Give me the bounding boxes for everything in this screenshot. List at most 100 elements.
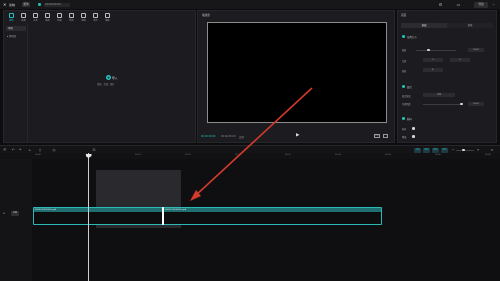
rotate-field[interactable]: 0° bbox=[423, 68, 443, 72]
position-toggle-icon[interactable] bbox=[402, 35, 405, 38]
playhead-line[interactable] bbox=[88, 153, 89, 281]
redo-icon[interactable]: ↷ bbox=[18, 148, 22, 152]
text-icon bbox=[33, 13, 38, 18]
track-lock-icon[interactable]: ⊟ bbox=[3, 212, 5, 215]
snap-button[interactable]: 吸附 bbox=[423, 147, 430, 153]
tool-adjust[interactable]: 调节 bbox=[90, 12, 101, 23]
blend-section-label: 混合 bbox=[407, 86, 412, 89]
transition-icon bbox=[69, 13, 74, 18]
position-y-field[interactable]: 0 bbox=[450, 58, 470, 62]
tool-sticker[interactable]: 贴纸 bbox=[42, 12, 53, 23]
top-bar: ✕ 剪映 菜单 0000000000 ⚙ ▭ 导出 – bbox=[0, 0, 500, 9]
tick-label: 00:15 bbox=[185, 153, 191, 156]
tool-media[interactable]: 媒体 bbox=[6, 12, 17, 23]
fullscreen-icon[interactable] bbox=[383, 134, 388, 138]
tick-label: 00:25 bbox=[285, 153, 291, 156]
tool-text[interactable]: 文本 bbox=[30, 12, 41, 23]
menu-button[interactable]: 菜单 bbox=[22, 2, 30, 7]
denoise-row-label: 降噪 bbox=[402, 136, 407, 139]
app-brand: 剪映 bbox=[9, 2, 16, 7]
tick-label: 00:30 bbox=[335, 153, 341, 156]
stabilize-toggle-icon[interactable] bbox=[402, 117, 405, 120]
sidebar-item-local[interactable]: 本地 bbox=[6, 26, 26, 31]
player-title: 播放器 bbox=[202, 14, 210, 17]
tick-label: 00:45 bbox=[485, 153, 491, 156]
opacity-slider-knob[interactable] bbox=[460, 102, 463, 106]
zoom-in-icon[interactable]: + bbox=[476, 148, 480, 152]
scale-label: 缩放 bbox=[402, 49, 407, 52]
scale-field[interactable]: 100% bbox=[468, 47, 484, 52]
freeze-icon[interactable]: ◎ bbox=[52, 148, 56, 152]
tool-template[interactable]: 模板 bbox=[102, 12, 113, 23]
tab-cutout[interactable]: 抠像 bbox=[447, 23, 493, 28]
stabilize-slider-knob[interactable] bbox=[412, 127, 415, 130]
window-controls-icon[interactable]: – bbox=[491, 2, 496, 7]
import-hint: 视频、音频、图片 bbox=[97, 83, 115, 86]
audio-icon bbox=[21, 13, 26, 18]
clip-label-right: 00000 0000000.mp4 bbox=[165, 208, 187, 211]
video-clip[interactable]: 00000 0000000.mp4 00000 0000000.mp4 bbox=[33, 207, 382, 225]
tick-label: 00:35 bbox=[385, 153, 391, 156]
scale-slider-knob[interactable] bbox=[427, 48, 430, 52]
zoom-out-icon[interactable]: − bbox=[451, 148, 455, 152]
import-label[interactable]: 导入 bbox=[112, 76, 118, 80]
blend-mode-label: 混合模式 bbox=[402, 95, 411, 98]
delete-icon[interactable]: ▯ bbox=[38, 148, 42, 152]
tick-label: 00:10 bbox=[135, 153, 141, 156]
export-button[interactable]: 导出 bbox=[474, 1, 488, 8]
stabilize-section-label: 防抖 bbox=[407, 118, 412, 121]
link-button[interactable]: 联动 bbox=[432, 147, 439, 153]
select-icon[interactable]: ⇱ bbox=[3, 148, 7, 152]
split-cursor[interactable] bbox=[162, 207, 164, 225]
position-x-field[interactable]: 0 bbox=[423, 58, 443, 62]
blend-toggle-icon[interactable] bbox=[402, 85, 405, 88]
app-logo: ✕ bbox=[3, 2, 7, 7]
tool-transition[interactable]: 转场 bbox=[66, 12, 77, 23]
effects-icon bbox=[57, 13, 62, 18]
position-label: 位置 bbox=[402, 60, 407, 63]
zoom-slider-knob[interactable] bbox=[462, 148, 465, 152]
zoom-slider[interactable] bbox=[456, 149, 474, 151]
clip-label-left: 00000 0000000.mp4 bbox=[35, 208, 57, 211]
status-dot bbox=[38, 3, 41, 6]
sticker-icon bbox=[45, 13, 50, 18]
template-icon bbox=[105, 13, 110, 18]
import-plus-icon[interactable]: + bbox=[106, 75, 111, 80]
shortcut-icon[interactable]: ⚙ bbox=[438, 2, 443, 7]
denoise-slider-knob[interactable] bbox=[412, 135, 415, 138]
opacity-field[interactable]: 100% bbox=[468, 101, 484, 106]
player-panel: 播放器 00:00:00:00 00:00:05:00 比例 ▶ 比例 bbox=[197, 10, 395, 143]
tool-effects[interactable]: 特效 bbox=[54, 12, 65, 23]
rotate-label: 旋转 bbox=[402, 70, 407, 73]
fit-icon[interactable]: ⇔ bbox=[490, 148, 494, 152]
scale-slider[interactable] bbox=[416, 49, 456, 51]
blend-mode-select[interactable]: 正常 bbox=[423, 93, 455, 97]
undo-icon[interactable]: ↶ bbox=[11, 148, 15, 152]
clip-header bbox=[34, 208, 381, 212]
player-mode[interactable]: 比例 bbox=[239, 135, 244, 139]
total-time: 00:00:05:00 bbox=[221, 135, 236, 138]
position-section-label: 位置大小 bbox=[407, 36, 417, 39]
opacity-slider[interactable] bbox=[423, 103, 461, 105]
preview-axis-button[interactable]: 预览 bbox=[441, 147, 448, 153]
media-sidebar: 本地 ▸ 素材库 bbox=[4, 24, 28, 143]
project-title[interactable]: 0000000000 bbox=[44, 2, 70, 7]
split-icon[interactable]: ⊥ bbox=[28, 148, 32, 152]
cover-button[interactable]: 封面 bbox=[11, 211, 19, 216]
preview-screen[interactable] bbox=[207, 22, 387, 123]
play-icon[interactable]: ▶ bbox=[296, 133, 299, 138]
crop-icon[interactable]: ⊡ bbox=[92, 148, 96, 152]
ratio-button[interactable]: 比例 bbox=[374, 134, 380, 138]
properties-panel: 画面 基础 抠像 位置大小 缩放 100% 位置 0 0 旋转 0° 混合 混合… bbox=[397, 10, 497, 143]
timeline-toolbar: ⇱ ↶ ↷ ⊥ ▯ ◎ ⊡ 主轨 吸附 联动 预览 − + ⇔ bbox=[0, 145, 500, 153]
media-icon bbox=[9, 13, 14, 18]
tool-audio[interactable]: 音频 bbox=[18, 12, 29, 23]
tool-filter[interactable]: 滤镜 bbox=[78, 12, 89, 23]
properties-title: 画面 bbox=[401, 14, 407, 17]
filter-icon bbox=[81, 13, 86, 18]
sidebar-item-library[interactable]: ▸ 素材库 bbox=[7, 34, 16, 38]
main-track-button[interactable]: 主轨 bbox=[414, 147, 421, 153]
tab-basic[interactable]: 基础 bbox=[401, 23, 447, 28]
current-time: 00:00:00:00 bbox=[201, 135, 216, 138]
layout-icon[interactable]: ▭ bbox=[456, 2, 461, 7]
